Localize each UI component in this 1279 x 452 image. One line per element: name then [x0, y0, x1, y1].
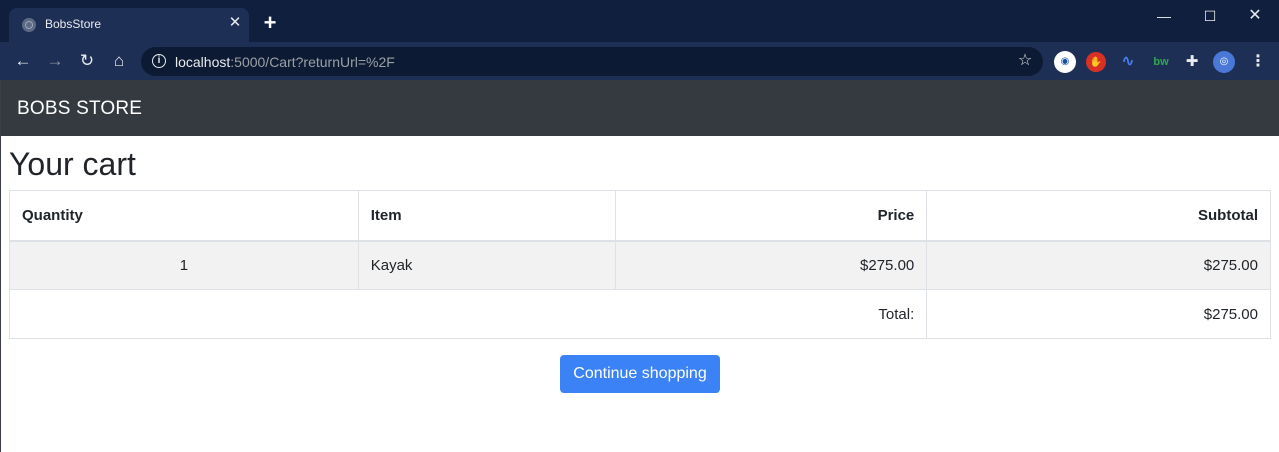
continue-shopping-button[interactable]: Continue shopping [560, 355, 720, 393]
ext-face-icon[interactable]: ◉ [1054, 51, 1076, 73]
browser-toolbar: ← → ↻ ⌂ i localhost:5000/Cart?returnUrl=… [0, 42, 1279, 80]
brand-link[interactable]: BOBS STORE [17, 98, 142, 120]
ext-waveform-icon[interactable]: ∿ [1117, 51, 1139, 73]
total-value: $275.00 [926, 289, 1271, 339]
cell-subtotal: $275.00 [926, 240, 1271, 290]
site-info-icon[interactable]: i [152, 54, 166, 68]
url-path: :5000/Cart?returnUrl=%2F [230, 54, 395, 70]
total-row: Total: $275.00 [8, 289, 1271, 339]
page-title: Your cart [9, 146, 136, 182]
kebab-menu-icon[interactable]: ⋮ [1250, 51, 1266, 73]
table-row: 1 Kayak $275.00 $275.00 [9, 240, 1271, 290]
puzzle-icon[interactable]: ✚ [1181, 51, 1203, 73]
browser-tab[interactable]: BobsStore ✕ [9, 8, 249, 42]
forward-arrow-icon[interactable]: → [44, 50, 66, 72]
header-price: Price [614, 190, 928, 242]
tab-close-icon[interactable]: ✕ [227, 15, 243, 31]
url-host: localhost [175, 54, 231, 70]
address-bar[interactable]: i localhost:5000/Cart?returnUrl=%2F ☆ [141, 47, 1043, 76]
ext-stop-hand-icon[interactable]: ✋ [1086, 52, 1106, 72]
minimize-icon[interactable]: — [1153, 6, 1175, 26]
url-text[interactable]: localhost:5000/Cart?returnUrl=%2F [175, 54, 395, 70]
table-header-row: Quantity Item Price Subtotal [9, 190, 1271, 242]
cart-table: Quantity Item Price Subtotal 1 Kayak $27… [8, 190, 1271, 339]
cell-quantity: 1 [9, 240, 359, 290]
reload-icon[interactable]: ↻ [76, 50, 98, 72]
window-close-icon[interactable]: ✕ [1244, 6, 1266, 26]
bookmark-star-icon[interactable]: ☆ [1016, 51, 1034, 71]
total-label: Total: [8, 289, 928, 339]
home-icon[interactable]: ⌂ [108, 50, 130, 72]
profile-avatar-icon[interactable]: ◎ [1213, 51, 1235, 73]
header-quantity: Quantity [9, 190, 359, 242]
cell-item: Kayak [357, 240, 616, 290]
tab-title: BobsStore [45, 17, 102, 31]
browser-titlebar: BobsStore ✕ + — ☐ ✕ [0, 0, 1279, 42]
cell-price: $275.00 [614, 240, 928, 290]
maximize-icon[interactable]: ☐ [1199, 6, 1221, 26]
ext-bw-icon[interactable]: bw [1150, 51, 1172, 73]
site-navbar: BOBS STORE [1, 80, 1279, 136]
globe-icon [22, 18, 36, 32]
header-subtotal: Subtotal [926, 190, 1271, 242]
header-item: Item [357, 190, 616, 242]
back-arrow-icon[interactable]: ← [12, 50, 34, 72]
new-tab-icon[interactable]: + [261, 12, 279, 34]
